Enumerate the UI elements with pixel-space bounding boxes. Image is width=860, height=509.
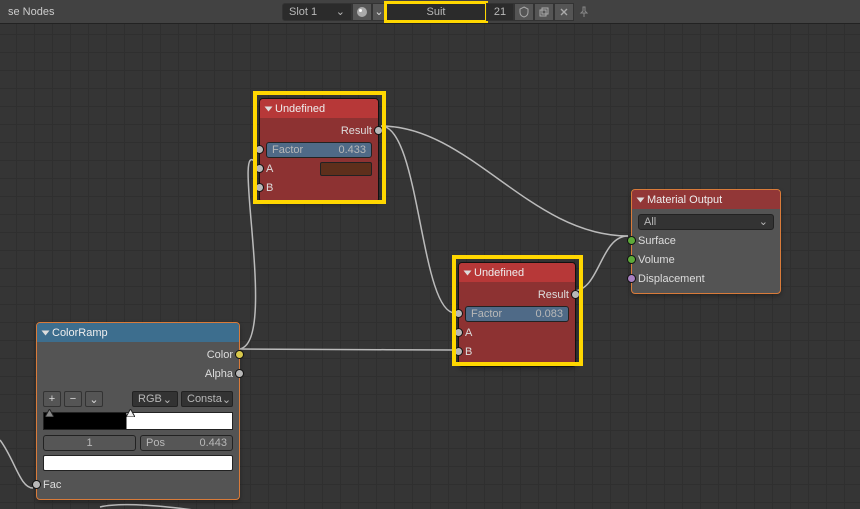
close-icon[interactable] xyxy=(554,3,574,21)
output-result: Result xyxy=(459,285,575,304)
remove-stop-button[interactable]: − xyxy=(64,391,82,407)
output-result: Result xyxy=(260,121,378,140)
collapse-triangle-icon xyxy=(265,106,273,111)
socket-alpha[interactable] xyxy=(235,369,244,378)
add-stop-button[interactable]: + xyxy=(43,391,61,407)
node-title: Undefined xyxy=(474,267,524,279)
collapse-triangle-icon xyxy=(637,197,645,202)
slot-selector[interactable]: Slot 1 ⌄ xyxy=(282,3,352,21)
pin-icon[interactable] xyxy=(574,3,594,21)
node-header[interactable]: Material Output xyxy=(632,190,780,209)
node-header[interactable]: ColorRamp xyxy=(37,323,239,342)
input-b-row: B xyxy=(260,178,378,197)
material-sphere-icon[interactable] xyxy=(352,3,372,21)
factor-field[interactable]: Factor 0.433 xyxy=(266,142,372,158)
input-b-row: B xyxy=(459,342,575,361)
factor-row: Factor 0.433 xyxy=(260,140,378,159)
alpha-output-row: Alpha xyxy=(37,364,239,383)
ramp-marker-1[interactable] xyxy=(126,409,135,417)
socket-a[interactable] xyxy=(454,328,463,337)
displacement-row: Displacement xyxy=(632,269,780,288)
color-swatch-a[interactable] xyxy=(320,162,372,176)
socket-surface[interactable] xyxy=(627,236,636,245)
material-output-node[interactable]: Material Output All ⌄ Surface Volume Dis… xyxy=(631,189,781,294)
stop-color-swatch[interactable] xyxy=(43,455,233,471)
surface-row: Surface xyxy=(632,231,780,250)
chevron-down-icon: ⌄ xyxy=(163,393,172,406)
socket-a[interactable] xyxy=(255,164,264,173)
mode-row: All ⌄ xyxy=(632,212,780,231)
color-output-row: Color xyxy=(37,345,239,364)
shield-icon[interactable] xyxy=(514,3,534,21)
color-ramp-gradient[interactable] xyxy=(43,412,233,430)
node-title: Material Output xyxy=(647,194,722,206)
material-name-field[interactable]: Suit xyxy=(386,3,486,21)
chevron-down-icon: ⌄ xyxy=(336,5,345,18)
user-count[interactable]: 21 xyxy=(486,3,514,21)
socket-result[interactable] xyxy=(374,126,383,135)
colorramp-node[interactable]: ColorRamp Color Alpha + − ⌄ RGB⌄ Consta⌄ xyxy=(36,322,240,500)
chevron-down-icon: ⌄ xyxy=(222,393,231,406)
specials-menu-button[interactable]: ⌄ xyxy=(85,391,103,407)
stop-index-field[interactable]: 1 xyxy=(43,435,136,451)
fac-row: Fac xyxy=(37,475,239,494)
position-field[interactable]: Pos 0.443 xyxy=(140,435,233,451)
socket-color[interactable] xyxy=(235,350,244,359)
socket-factor[interactable] xyxy=(454,309,463,318)
input-a-row: A xyxy=(459,323,575,342)
node-title: ColorRamp xyxy=(52,327,108,339)
undefined-node-1[interactable]: Undefined Result Factor 0.433 A B xyxy=(259,98,379,203)
ramp-marker-0[interactable] xyxy=(45,409,54,417)
input-a-row: A xyxy=(260,159,378,178)
undefined-node-2[interactable]: Undefined Result Factor 0.083 A B xyxy=(458,262,576,367)
slot-label: Slot 1 xyxy=(289,6,317,18)
header-bar: se Nodes Slot 1 ⌄ ⌄ Suit 21 xyxy=(0,0,860,24)
socket-fac[interactable] xyxy=(32,480,41,489)
colorramp-toolbar: + − ⌄ RGB⌄ Consta⌄ xyxy=(37,389,239,409)
colorramp-fields: 1 Pos 0.443 xyxy=(37,433,239,453)
material-name-text: Suit xyxy=(427,6,446,18)
use-nodes-label: se Nodes xyxy=(2,4,60,20)
socket-factor[interactable] xyxy=(255,145,264,154)
factor-field[interactable]: Factor 0.083 xyxy=(465,306,569,322)
collapse-triangle-icon xyxy=(42,330,50,335)
user-count-text: 21 xyxy=(494,6,506,18)
chevron-down-icon: ⌄ xyxy=(759,215,768,228)
volume-row: Volume xyxy=(632,250,780,269)
color-mode-select[interactable]: RGB⌄ xyxy=(132,391,178,407)
factor-row: Factor 0.083 xyxy=(459,304,575,323)
slot-group: Slot 1 ⌄ ⌄ Suit 21 xyxy=(282,3,594,21)
socket-b[interactable] xyxy=(255,183,264,192)
socket-b[interactable] xyxy=(454,347,463,356)
node-title: Undefined xyxy=(275,103,325,115)
material-chevron-icon[interactable]: ⌄ xyxy=(372,3,386,21)
node-header[interactable]: Undefined xyxy=(260,99,378,118)
socket-result[interactable] xyxy=(571,290,580,299)
mode-select[interactable]: All ⌄ xyxy=(638,214,774,230)
duplicate-icon[interactable] xyxy=(534,3,554,21)
interpolation-select[interactable]: Consta⌄ xyxy=(181,391,233,407)
collapse-triangle-icon xyxy=(464,270,472,275)
socket-volume[interactable] xyxy=(627,255,636,264)
socket-displacement[interactable] xyxy=(627,274,636,283)
node-header[interactable]: Undefined xyxy=(459,263,575,282)
